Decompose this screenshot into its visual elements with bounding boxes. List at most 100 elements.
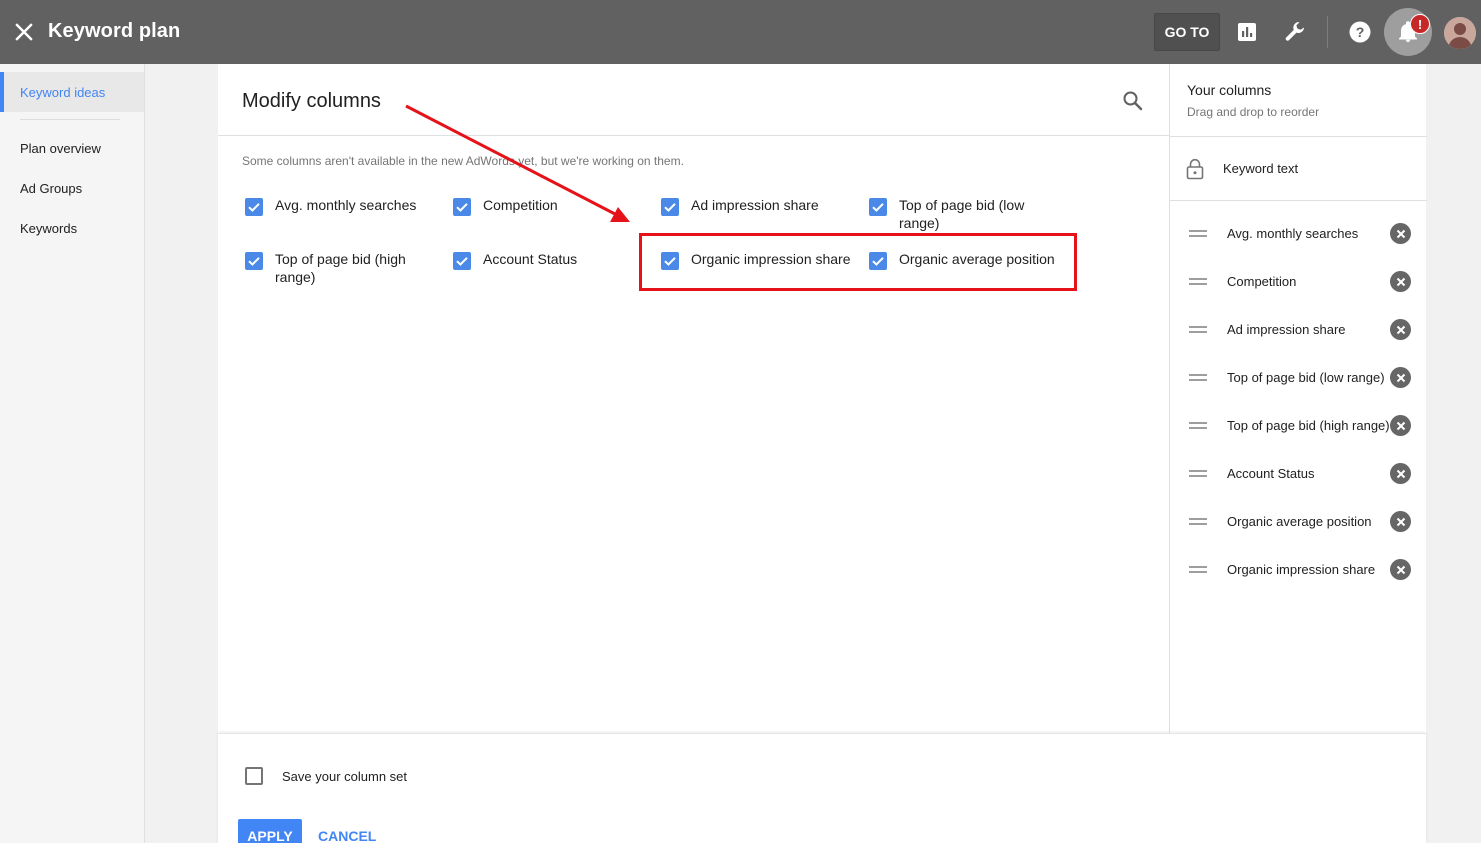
remove-icon xyxy=(1396,229,1405,238)
goto-button[interactable]: GO TO xyxy=(1154,13,1220,51)
remove-icon xyxy=(1396,421,1405,430)
remove-column-button[interactable] xyxy=(1390,415,1411,436)
check-icon xyxy=(456,203,468,212)
selected-column-row[interactable]: Ad impression share xyxy=(1170,306,1427,354)
panel-header: Modify columns xyxy=(218,64,1169,136)
column-option-competition[interactable]: Competition xyxy=(453,196,643,216)
nav-item-keyword-ideas[interactable]: Keyword ideas xyxy=(0,72,144,112)
checkbox-checked[interactable] xyxy=(245,198,263,216)
column-option-avg-monthly-searches[interactable]: Avg. monthly searches xyxy=(245,196,435,216)
remove-icon xyxy=(1396,277,1405,286)
column-option-top-bid-high[interactable]: Top of page bid (high range) xyxy=(245,250,435,286)
save-column-set-option[interactable]: Save your column set xyxy=(245,767,407,785)
cancel-button[interactable]: CANCEL xyxy=(318,819,376,843)
divider xyxy=(1170,136,1427,137)
remove-column-button[interactable] xyxy=(1390,271,1411,292)
selected-column-label: Top of page bid (low range) xyxy=(1227,370,1385,385)
left-nav: Keyword ideas Plan overview Ad Groups Ke… xyxy=(0,64,145,843)
remove-column-button[interactable] xyxy=(1390,559,1411,580)
remove-icon xyxy=(1396,373,1405,382)
option-label: Avg. monthly searches xyxy=(275,197,417,213)
drag-handle-icon[interactable] xyxy=(1189,420,1207,432)
your-columns-title: Your columns xyxy=(1187,82,1272,98)
drag-handle-icon[interactable] xyxy=(1189,276,1207,288)
selected-column-row[interactable]: Top of page bid (low range) xyxy=(1170,354,1427,402)
avatar[interactable] xyxy=(1444,17,1476,49)
remove-column-button[interactable] xyxy=(1390,463,1411,484)
selected-column-label: Avg. monthly searches xyxy=(1227,226,1359,241)
help-button[interactable]: ? xyxy=(1344,16,1376,48)
check-icon xyxy=(872,203,884,212)
selected-column-row[interactable]: Account Status xyxy=(1170,450,1427,498)
checkbox-checked[interactable] xyxy=(869,198,887,216)
nav-item-plan-overview[interactable]: Plan overview xyxy=(0,128,145,168)
apply-button[interactable]: APPLY xyxy=(238,819,302,843)
selected-column-row[interactable]: Competition xyxy=(1170,258,1427,306)
locked-column-row: Keyword text xyxy=(1170,144,1427,192)
locked-column-label: Keyword text xyxy=(1223,161,1299,176)
your-columns-subtitle: Drag and drop to reorder xyxy=(1187,105,1320,119)
option-label: Competition xyxy=(483,197,558,213)
checkbox-checked[interactable] xyxy=(661,198,679,216)
check-icon xyxy=(248,257,260,266)
option-label: Top of page bid (low range) xyxy=(899,197,1025,231)
search-icon xyxy=(1123,91,1143,111)
drag-handle-icon[interactable] xyxy=(1189,564,1207,576)
remove-column-button[interactable] xyxy=(1390,319,1411,340)
panel-title: Modify columns xyxy=(242,90,381,112)
app-title: Keyword plan xyxy=(48,20,181,42)
nav-item-keywords[interactable]: Keywords xyxy=(0,208,145,248)
notification-badge: ! xyxy=(1410,14,1430,34)
top-bar: Keyword plan GO TO ? ! xyxy=(0,0,1481,64)
toolbar-divider xyxy=(1327,16,1328,48)
remove-column-button[interactable] xyxy=(1390,511,1411,532)
selected-column-label: Account Status xyxy=(1227,466,1315,481)
availability-note: Some columns aren't available in the new… xyxy=(242,154,684,168)
option-label: Top of page bid (high range) xyxy=(275,251,406,285)
option-label: Account Status xyxy=(483,251,578,267)
drag-handle-icon[interactable] xyxy=(1189,324,1207,336)
column-option-ad-impression-share[interactable]: Ad impression share xyxy=(661,196,851,216)
column-option-top-bid-low[interactable]: Top of page bid (low range) xyxy=(869,196,1059,232)
drag-handle-icon[interactable] xyxy=(1189,228,1207,240)
nav-item-ad-groups[interactable]: Ad Groups xyxy=(0,168,145,208)
save-column-set-label: Save your column set xyxy=(282,768,408,784)
selected-column-label: Top of page bid (high range) xyxy=(1227,418,1390,433)
check-icon xyxy=(248,203,260,212)
modify-columns-panel: Modify columns Some columns aren't avail… xyxy=(218,64,1169,733)
footer-bar: Save your column set APPLY CANCEL xyxy=(218,733,1426,843)
checkbox-checked[interactable] xyxy=(453,198,471,216)
selected-column-row[interactable]: Organic impression share xyxy=(1170,546,1427,594)
remove-icon xyxy=(1396,565,1405,574)
remove-column-button[interactable] xyxy=(1390,367,1411,388)
option-label: Ad impression share xyxy=(691,197,819,213)
svg-text:?: ? xyxy=(1356,24,1365,40)
reports-icon xyxy=(1238,23,1256,41)
selected-column-row[interactable]: Organic average position xyxy=(1170,498,1427,546)
selected-column-row[interactable]: Top of page bid (high range) xyxy=(1170,402,1427,450)
drag-handle-icon[interactable] xyxy=(1189,372,1207,384)
selected-column-label: Competition xyxy=(1227,274,1297,289)
close-button[interactable] xyxy=(10,18,38,46)
drag-handle-icon[interactable] xyxy=(1189,516,1207,528)
search-button[interactable] xyxy=(1120,88,1146,114)
checkbox-unchecked[interactable] xyxy=(245,767,263,785)
drag-handle-icon[interactable] xyxy=(1189,468,1207,480)
checkbox-checked[interactable] xyxy=(245,252,263,270)
selected-column-label: Organic average position xyxy=(1227,514,1372,529)
selected-column-label: Organic impression share xyxy=(1227,562,1376,577)
nav-divider xyxy=(20,119,120,120)
column-option-account-status[interactable]: Account Status xyxy=(453,250,643,270)
check-icon xyxy=(664,203,676,212)
checkbox-checked[interactable] xyxy=(453,252,471,270)
reports-button[interactable] xyxy=(1231,16,1263,48)
selected-column-label: Ad impression share xyxy=(1227,322,1346,337)
remove-column-button[interactable] xyxy=(1390,223,1411,244)
remove-icon xyxy=(1396,469,1405,478)
annotation-highlight-box xyxy=(639,233,1077,291)
help-icon: ? xyxy=(1349,21,1371,43)
remove-icon xyxy=(1396,325,1405,334)
selected-column-row[interactable]: Avg. monthly searches xyxy=(1170,210,1427,258)
remove-icon xyxy=(1396,517,1405,526)
tools-button[interactable] xyxy=(1279,16,1311,48)
